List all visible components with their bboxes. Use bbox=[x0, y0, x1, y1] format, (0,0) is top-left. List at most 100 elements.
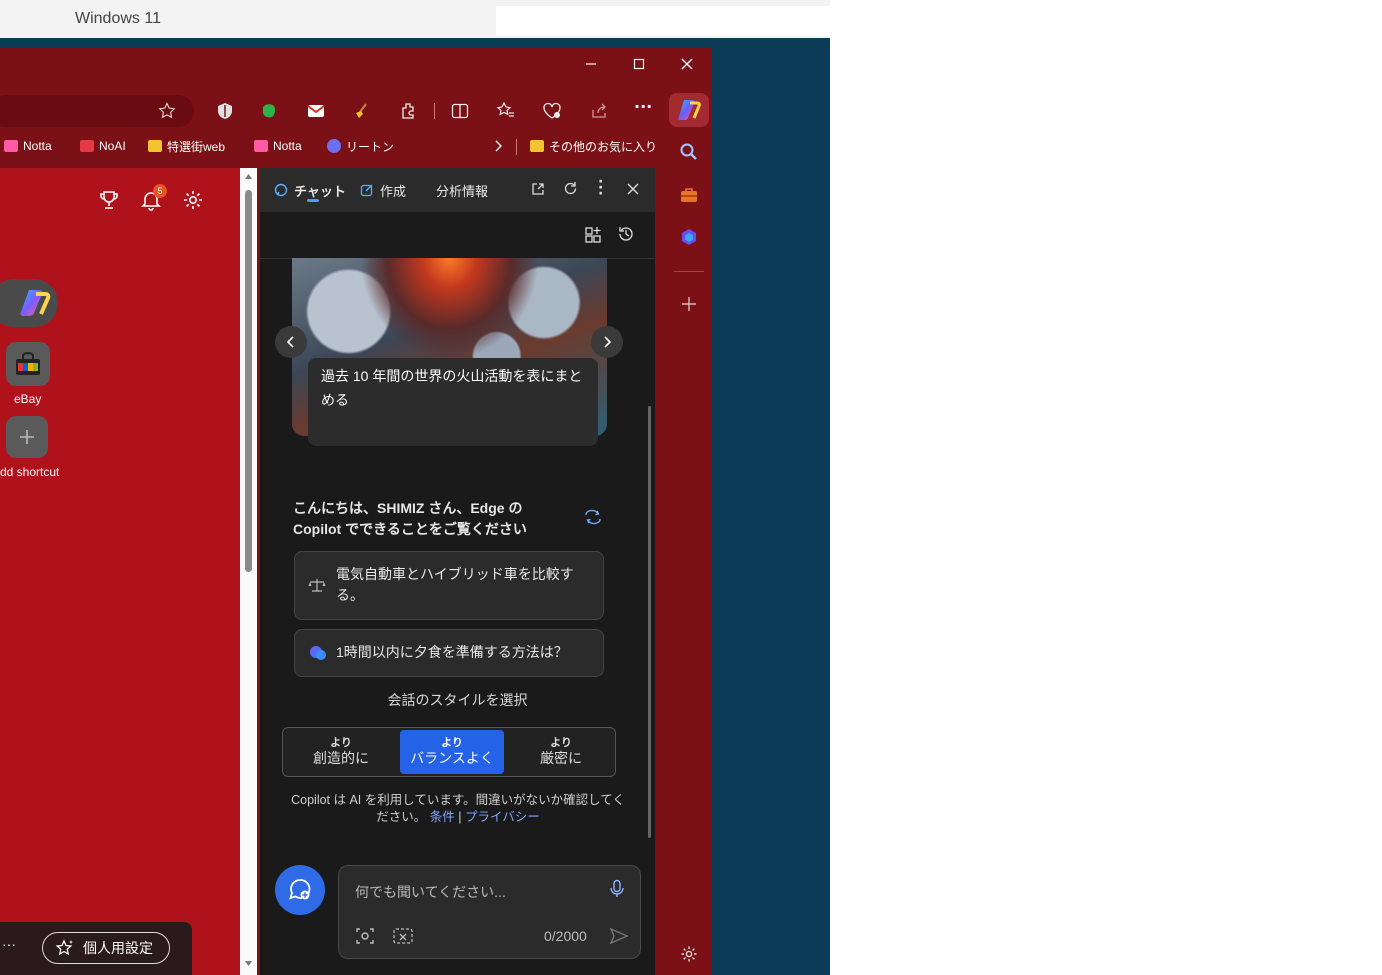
chat-bubble-icon bbox=[274, 183, 288, 197]
tab-compose-label: 作成 bbox=[380, 183, 407, 199]
terms-link[interactable]: 条件 bbox=[430, 810, 455, 824]
page-scrollbar[interactable] bbox=[240, 168, 257, 975]
maximize-button[interactable] bbox=[616, 47, 662, 81]
sidebar-add-button[interactable] bbox=[678, 293, 700, 315]
copilot-subtoolbar bbox=[260, 212, 655, 259]
bookmark-label: Notta bbox=[23, 139, 52, 153]
other-favorites-label: その他のお気に入り bbox=[549, 139, 658, 154]
chevron-right-icon bbox=[495, 140, 502, 152]
open-in-new-icon[interactable] bbox=[531, 182, 545, 196]
folder-icon bbox=[530, 140, 544, 152]
chevron-left-icon bbox=[286, 336, 294, 348]
more-options-button[interactable]: ··· bbox=[2, 936, 16, 952]
copilot-scrollbar[interactable] bbox=[648, 406, 651, 838]
tab-insights-label: 分析情報 bbox=[436, 183, 489, 199]
bookmark-label: リートン bbox=[346, 139, 395, 154]
designer-icon bbox=[682, 229, 696, 245]
title-strip: Windows 11 bbox=[0, 0, 830, 38]
close-icon bbox=[681, 58, 693, 70]
minimize-button[interactable] bbox=[568, 47, 614, 81]
favorites-icon bbox=[496, 101, 514, 117]
active-tab-indicator bbox=[307, 199, 319, 202]
title-search-field[interactable] bbox=[496, 6, 830, 36]
scrollbar-thumb[interactable] bbox=[245, 190, 252, 572]
carousel-next-button[interactable] bbox=[591, 326, 623, 358]
notta-icon bbox=[254, 140, 268, 152]
refresh-suggestions-icon[interactable] bbox=[583, 508, 603, 526]
history-clock-icon[interactable] bbox=[617, 225, 635, 243]
suggestion-compare-cars[interactable]: 電気自動車とハイブリッド車を比較する。 bbox=[294, 551, 604, 620]
toolbox-icon bbox=[681, 188, 697, 202]
close-window-button[interactable] bbox=[664, 47, 710, 81]
speech-bubbles-icon bbox=[310, 646, 326, 660]
style-prefix: より bbox=[550, 737, 572, 749]
shield-extension-icon bbox=[218, 103, 232, 119]
shortcut-label: dd shortcut bbox=[0, 465, 60, 479]
sidebar-settings-button[interactable] bbox=[678, 943, 700, 965]
scroll-up-arrow-icon bbox=[245, 174, 252, 179]
microphone-icon[interactable] bbox=[609, 879, 625, 899]
maximize-icon bbox=[633, 58, 645, 70]
plugins-grid-icon[interactable] bbox=[584, 226, 602, 244]
copilot-icon bbox=[20, 290, 51, 316]
bookmark-tokusengai[interactable]: 特選街web bbox=[148, 137, 225, 155]
toolbar-divider bbox=[434, 103, 435, 119]
bookmarks-bar: Notta NoAI 特選街web Notta リートン その他のお気に入り bbox=[0, 133, 712, 159]
link-separator: | bbox=[458, 810, 462, 824]
browser-toolbar: ··· bbox=[0, 91, 712, 131]
image-upload-icon[interactable] bbox=[392, 926, 414, 946]
suggestion-text: 電気自動車とハイブリッド車を比較する。 bbox=[336, 566, 574, 603]
suggestion-text: 1時間以内に夕食を準備する方法は？ bbox=[336, 644, 568, 660]
privacy-link[interactable]: プライバシー bbox=[465, 810, 540, 824]
bookmark-wrtn[interactable]: リートン bbox=[327, 137, 394, 155]
sidebar-tools-button[interactable] bbox=[678, 184, 700, 206]
shortcut-ebay[interactable] bbox=[6, 342, 50, 386]
sidebar-designer-button[interactable] bbox=[678, 226, 700, 248]
style-precise-button[interactable]: より 厳密に bbox=[509, 730, 613, 774]
address-bar[interactable] bbox=[0, 95, 194, 127]
notification-count-badge: 5 bbox=[153, 184, 167, 198]
browser-essentials-icon bbox=[543, 102, 561, 119]
settings-more-button[interactable]: ··· bbox=[634, 97, 656, 123]
tab-compose[interactable]: 作成 bbox=[360, 180, 406, 200]
refresh-icon[interactable] bbox=[563, 181, 578, 196]
tab-insights[interactable]: 分析情報 bbox=[436, 180, 488, 200]
style-balanced-button[interactable]: より バランスよく bbox=[400, 730, 504, 774]
new-topic-button[interactable] bbox=[275, 865, 325, 915]
chat-input-box: 0/2000 bbox=[338, 865, 641, 959]
gear-icon bbox=[681, 946, 697, 962]
send-icon[interactable] bbox=[609, 926, 629, 946]
search-icon bbox=[680, 143, 697, 160]
tab-chat[interactable]: チャット bbox=[274, 180, 346, 200]
screenshot-capture-icon[interactable] bbox=[355, 926, 375, 946]
page-settings-gear-icon[interactable] bbox=[182, 189, 204, 211]
carousel-prev-button[interactable] bbox=[275, 326, 307, 358]
split-screen-icon bbox=[451, 103, 469, 119]
wrtn-icon bbox=[327, 139, 341, 153]
minimize-icon bbox=[586, 63, 596, 65]
suggestion-dinner[interactable]: 1時間以内に夕食を準備する方法は？ bbox=[294, 629, 604, 677]
pane-more-button[interactable]: · · · bbox=[598, 175, 603, 201]
carousel-prompt-card[interactable]: 過去 10 年間の世界の火山活動を表にまとめる bbox=[308, 358, 598, 446]
share-icon bbox=[592, 103, 606, 118]
bookmark-notta[interactable]: Notta bbox=[4, 137, 52, 155]
close-icon[interactable] bbox=[626, 182, 640, 196]
sidebar-divider bbox=[674, 271, 704, 272]
chevron-right-icon bbox=[604, 336, 612, 348]
copilot-header: チャット 作成 分析情報 · · · bbox=[260, 168, 655, 212]
chat-input[interactable] bbox=[353, 880, 597, 904]
sidebar-search-button[interactable] bbox=[678, 141, 700, 163]
favorite-star-icon bbox=[158, 102, 176, 119]
bookmark-noai[interactable]: NoAI bbox=[80, 137, 126, 155]
add-shortcut-button[interactable] bbox=[6, 416, 48, 458]
shortcut-copilot[interactable] bbox=[0, 279, 58, 327]
bookmarks-overflow-button[interactable] bbox=[494, 137, 504, 155]
copilot-toolbar-button[interactable] bbox=[669, 93, 709, 127]
rewards-trophy-icon[interactable] bbox=[98, 189, 120, 211]
other-favorites[interactable]: その他のお気に入り bbox=[530, 137, 657, 155]
bookmark-label: Notta bbox=[273, 139, 302, 153]
bookmark-notta-2[interactable]: Notta bbox=[254, 137, 302, 155]
greeting-text: こんにちは、SHIMIZ さん、Edge の Copilot でできることをご覧… bbox=[293, 500, 527, 537]
personalize-button[interactable]: 個人用設定 bbox=[42, 932, 170, 964]
style-creative-button[interactable]: より 創造的に bbox=[289, 730, 393, 774]
